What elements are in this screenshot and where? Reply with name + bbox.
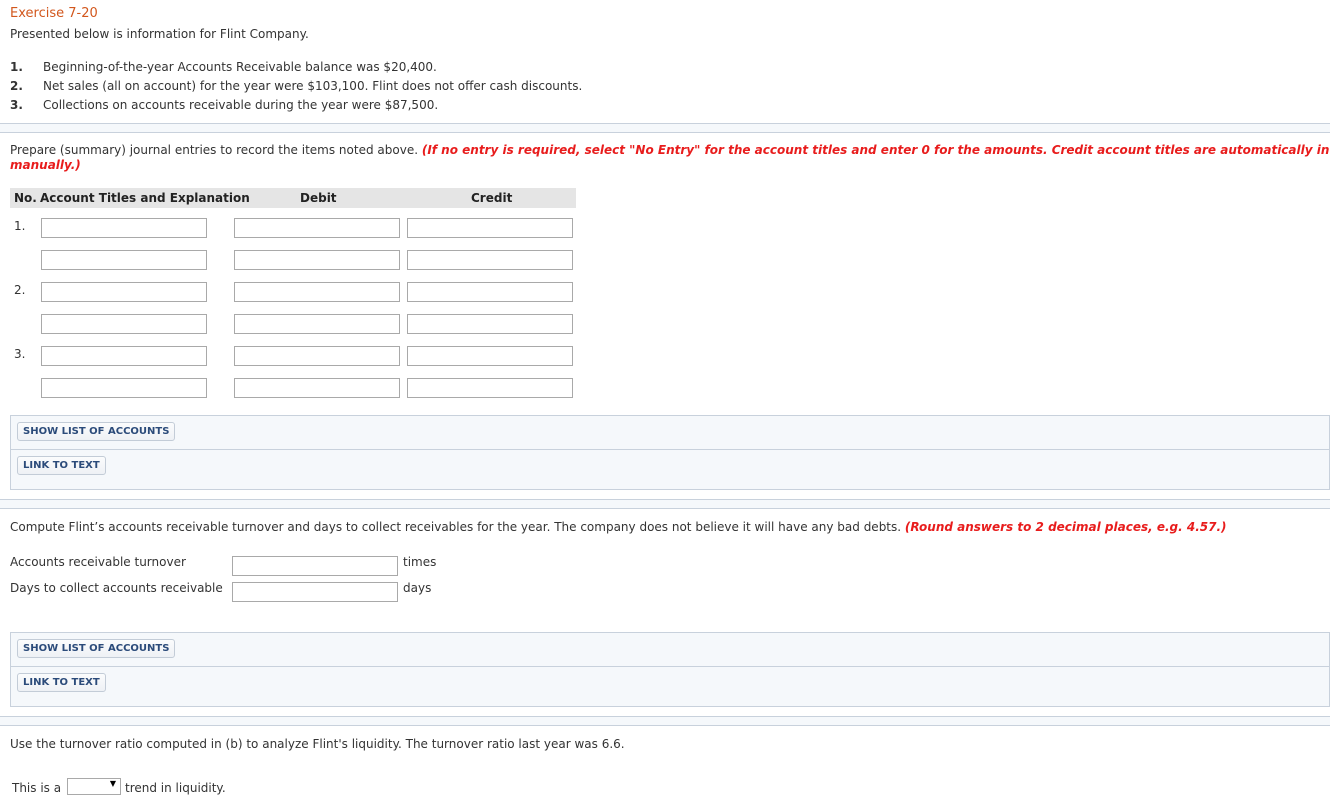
ar-turnover-unit: times	[403, 555, 437, 569]
item-text: Net sales (all on account) for the year …	[43, 79, 583, 93]
part-c-instruction: Use the turnover ratio computed in (b) t…	[10, 737, 625, 751]
account-title-input[interactable]	[41, 378, 207, 398]
instruction-note-continued: manually.)	[10, 158, 81, 172]
account-title-input[interactable]	[41, 346, 207, 366]
account-title-input[interactable]	[41, 218, 207, 238]
account-title-input[interactable]	[41, 314, 207, 334]
link-to-text-button[interactable]: LINK TO TEXT	[17, 456, 106, 475]
header-account-titles: Account Titles and Explanation	[40, 191, 250, 205]
debit-amount-input[interactable]	[234, 378, 400, 398]
part-a-instruction: Prepare (summary) journal entries to rec…	[10, 143, 1330, 173]
item-number: 2.	[10, 79, 23, 93]
debit-amount-input[interactable]	[234, 282, 400, 302]
account-title-input[interactable]	[41, 250, 207, 270]
list-item: 1. Beginning-of-the-year Accounts Receiva…	[10, 58, 582, 77]
days-to-collect-input[interactable]	[232, 582, 398, 602]
entry-number: 3.	[14, 347, 26, 361]
section-divider	[0, 716, 1330, 726]
part-a-tools-panel: SHOW LIST OF ACCOUNTS LINK TO TEXT	[10, 415, 1330, 490]
credit-amount-input[interactable]	[407, 378, 573, 398]
credit-amount-input[interactable]	[407, 314, 573, 334]
item-text: Beginning-of-the-year Accounts Receivabl…	[43, 60, 437, 74]
account-title-input[interactable]	[41, 282, 207, 302]
entry-number: 2.	[14, 283, 26, 297]
show-list-of-accounts-button[interactable]: SHOW LIST OF ACCOUNTS	[17, 639, 176, 658]
section-divider	[0, 123, 1330, 133]
instruction-text: Compute Flint’s accounts receivable turn…	[10, 520, 905, 534]
instruction-text: Prepare (summary) journal entries to rec…	[10, 143, 422, 157]
entry-number: 1.	[14, 219, 26, 233]
item-number: 3.	[10, 98, 23, 112]
exercise-intro: Presented below is information for Flint…	[10, 27, 309, 41]
ar-turnover-input[interactable]	[232, 556, 398, 576]
link-to-text-button[interactable]: LINK TO TEXT	[17, 673, 106, 692]
list-item: 3. Collections on accounts receivable dur…	[10, 96, 582, 115]
days-to-collect-unit: days	[403, 581, 432, 595]
credit-amount-input[interactable]	[407, 250, 573, 270]
header-credit: Credit	[471, 191, 513, 205]
debit-amount-input[interactable]	[234, 218, 400, 238]
debit-amount-input[interactable]	[234, 314, 400, 334]
debit-amount-input[interactable]	[234, 250, 400, 270]
part-b-instruction: Compute Flint’s accounts receivable turn…	[10, 520, 1330, 535]
header-debit: Debit	[300, 191, 337, 205]
instruction-note: (Round answers to 2 decimal places, e.g.…	[904, 520, 1227, 534]
part-b-tools-panel: SHOW LIST OF ACCOUNTS LINK TO TEXT	[10, 632, 1330, 707]
trend-prefix: This is a	[12, 781, 62, 795]
days-to-collect-label: Days to collect accounts receivable	[10, 581, 223, 595]
trend-suffix: trend in liquidity.	[125, 781, 226, 795]
credit-amount-input[interactable]	[407, 282, 573, 302]
section-divider	[0, 499, 1330, 509]
credit-amount-input[interactable]	[407, 218, 573, 238]
item-text: Collections on accounts receivable durin…	[43, 98, 439, 112]
journal-table-header: No. Account Titles and Explanation Debit…	[10, 188, 576, 208]
list-item: 2. Net sales (all on account) for the yea…	[10, 77, 582, 96]
debit-amount-input[interactable]	[234, 346, 400, 366]
show-list-of-accounts-button[interactable]: SHOW LIST OF ACCOUNTS	[17, 422, 176, 441]
credit-amount-input[interactable]	[407, 346, 573, 366]
ar-turnover-label: Accounts receivable turnover	[10, 555, 186, 569]
item-number: 1.	[10, 60, 23, 74]
panel-row: SHOW LIST OF ACCOUNTS	[11, 633, 1329, 667]
information-list: 1. Beginning-of-the-year Accounts Receiva…	[10, 58, 582, 115]
panel-row: SHOW LIST OF ACCOUNTS	[11, 416, 1329, 450]
header-no: No.	[14, 191, 37, 205]
instruction-note: (If no entry is required, select "No Ent…	[421, 143, 1330, 157]
exercise-title: Exercise 7-20	[10, 6, 98, 21]
dropdown-arrow-icon: ▼	[109, 779, 116, 788]
trend-select[interactable]: ▼	[67, 778, 121, 795]
